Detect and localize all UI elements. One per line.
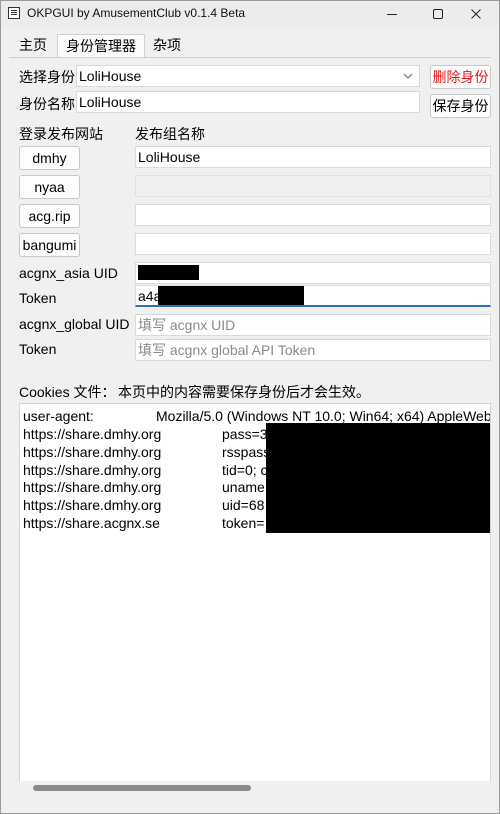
acgnx-global-token-placeholder: 填写 acgnx global API Token (138, 342, 316, 358)
acgnx-asia-token-label: Token (19, 290, 57, 306)
dmhy-group-input[interactable]: LoliHouse (135, 146, 491, 168)
cookies-note: 本页中的内容需要保存身份后才会生效。 (118, 384, 370, 400)
acgnx-asia-uid-input[interactable] (135, 262, 491, 284)
acgnx-global-token-label: Token (19, 341, 57, 357)
window-title: OKPGUI by AmusementClub v0.1.4 Beta (27, 6, 246, 20)
close-button[interactable] (453, 1, 499, 27)
cookie-line-right: pass=3 (222, 426, 268, 442)
cookie-line-left: https://share.dmhy.org (23, 497, 162, 513)
maximize-icon (433, 9, 443, 19)
cookie-line-right: token= (222, 515, 265, 531)
login-acgrip-button[interactable]: acg.rip (19, 204, 80, 228)
login-nyaa-button[interactable]: nyaa (19, 175, 80, 199)
horizontal-scrollbar[interactable] (19, 781, 491, 795)
cookie-line-right: uname (222, 479, 265, 495)
cookies-textarea[interactable]: user-agent: Mozilla/5.0 (Windows NT 10.0… (19, 403, 491, 795)
acgnx-global-uid-input[interactable]: 填写 acgnx UID (135, 314, 491, 336)
sites-header: 登录发布网站 (19, 126, 103, 142)
cookie-line-right: tid=0; c (222, 462, 268, 478)
title-bar: OKPGUI by AmusementClub v0.1.4 Beta (1, 1, 499, 27)
app-window: OKPGUI by AmusementClub v0.1.4 Beta 主页 身… (0, 0, 500, 814)
cookie-line-left: https://share.dmhy.org (23, 462, 162, 478)
login-bangumi-button[interactable]: bangumi (19, 233, 80, 257)
minimize-icon (387, 14, 397, 15)
identity-select-value: LoliHouse (79, 68, 142, 84)
minimize-button[interactable] (369, 1, 415, 27)
acgnx-global-uid-label: acgnx_global UID (19, 316, 130, 332)
cookie-line-left: user-agent: (23, 408, 94, 424)
bangumi-group-input[interactable] (135, 233, 491, 255)
acgrip-group-input[interactable] (135, 204, 491, 226)
save-identity-button[interactable]: 保存身份 (430, 94, 491, 118)
tab-home[interactable]: 主页 (11, 34, 55, 58)
cookie-line-left: https://share.dmhy.org (23, 479, 162, 495)
cookies-label: Cookies 文件： (19, 384, 116, 400)
acgnx-global-uid-placeholder: 填写 acgnx UID (138, 317, 236, 333)
acgnx-global-token-input[interactable]: 填写 acgnx global API Token (135, 339, 491, 361)
tab-identity-manager[interactable]: 身份管理器 (57, 34, 145, 58)
cookie-line-left: https://share.dmhy.org (23, 426, 162, 442)
cookie-line-left: https://share.dmhy.org (23, 444, 162, 460)
delete-identity-button[interactable]: 删除身份 (430, 65, 491, 89)
cookie-line-right: rsspass (222, 444, 271, 460)
cookie-line-right: uid=68 (222, 497, 265, 513)
redaction-block (266, 423, 490, 533)
scrollbar-thumb[interactable] (33, 785, 251, 791)
tab-panel-divider (9, 57, 491, 58)
select-identity-label: 选择身份 (19, 69, 75, 85)
redaction-block (138, 265, 199, 280)
tab-misc[interactable]: 杂项 (145, 34, 189, 58)
acgnx-asia-token-input[interactable]: a4a (135, 285, 491, 307)
cookie-line-left: https://share.acgnx.se (23, 515, 160, 531)
acgnx-asia-uid-label: acgnx_asia UID (19, 265, 118, 281)
app-icon (8, 7, 20, 19)
tab-bar: 主页 身份管理器 杂项 (1, 34, 499, 58)
login-dmhy-button[interactable]: dmhy (19, 146, 80, 170)
nyaa-group-input (135, 175, 491, 197)
group-name-header: 发布组名称 (135, 126, 205, 142)
chevron-down-icon (403, 73, 413, 79)
identity-select[interactable]: LoliHouse (76, 65, 420, 87)
close-icon (471, 9, 481, 19)
redaction-block (158, 286, 304, 305)
identity-name-input[interactable]: LoliHouse (76, 91, 420, 113)
identity-name-label: 身份名称 (19, 96, 75, 112)
